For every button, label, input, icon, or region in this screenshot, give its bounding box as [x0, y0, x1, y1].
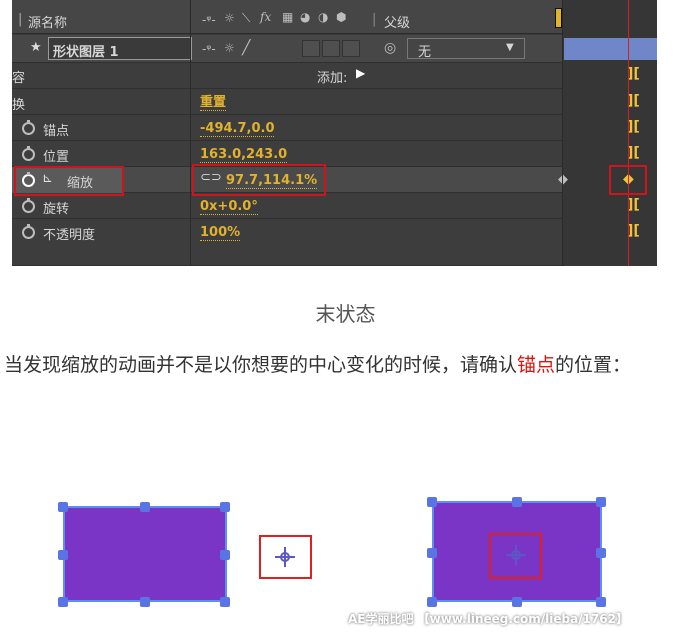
reset-link[interactable]: 重置 [200, 95, 227, 111]
watermark: AE学丽比吧 【www.lineeg.com/lieba/1762】 [348, 612, 628, 626]
timeline-header: | 源名称 -ᵠ- ☼ ⟍ fx ▦ ◕ ◑ ⬢ | 父级 ◆ [12, 0, 657, 34]
timeline-panel: | 源名称 -ᵠ- ☼ ⟍ fx ▦ ◕ ◑ ⬢ | 父级 ◆ ★ 形状图层 1… [12, 0, 657, 266]
layer-row[interactable]: ★ 形状图层 1 -ᵠ- ☼ ╱ ◎ 无 ▼ [12, 35, 562, 63]
position-value[interactable]: 163.0,243.0 [200, 147, 288, 163]
quality-switch-icon[interactable]: ╱ [242, 40, 250, 56]
contents-row[interactable]: 容 添加: ▶ [12, 63, 562, 89]
motion-blur-icon[interactable]: ◕ [300, 10, 310, 24]
bounding-handle[interactable] [58, 502, 68, 512]
state-caption: 末状态 [315, 302, 376, 326]
bounding-handle[interactable] [596, 497, 606, 507]
bounding-handle[interactable] [220, 550, 230, 560]
bounding-handle[interactable] [140, 597, 150, 607]
collapse-switch-icon[interactable]: ☼ [224, 41, 235, 55]
star-icon: ★ [30, 40, 42, 55]
fx-icon[interactable]: fx [260, 10, 271, 24]
anchor-point-value[interactable]: -494.7,0.0 [200, 121, 275, 137]
work-area-start-handle[interactable] [555, 8, 562, 28]
shape-rect-left [63, 506, 227, 602]
bounding-handle[interactable] [596, 597, 606, 607]
cube-icon[interactable]: ⬢ [336, 10, 346, 24]
switch-box-3[interactable] [342, 40, 360, 57]
scale-value-highlight [192, 164, 326, 196]
bounding-handle[interactable] [427, 548, 437, 558]
timeline-track-area[interactable] [562, 0, 657, 266]
stopwatch-icon[interactable] [22, 198, 35, 213]
shy-switch-icon[interactable]: -ᵠ- [202, 42, 216, 56]
opacity-value[interactable]: 100% [200, 225, 241, 241]
keyframe-highlight [609, 165, 647, 195]
rotation-value[interactable]: 0x+0.0° [200, 199, 258, 215]
bounding-handle[interactable] [220, 502, 230, 512]
crosshair-anchor-icon[interactable] [506, 545, 526, 565]
switch-box-2[interactable] [322, 40, 340, 57]
scale-label-highlight [14, 166, 124, 196]
keyframe-start-icon[interactable]: ◆ [558, 172, 568, 187]
stopwatch-icon[interactable] [22, 146, 35, 161]
bounding-handle[interactable] [58, 550, 68, 560]
playhead-line[interactable] [628, 0, 629, 266]
bounding-handle[interactable] [58, 597, 68, 607]
bounding-handle[interactable] [140, 502, 150, 512]
slash-icon[interactable]: ⟍ [242, 11, 250, 26]
source-name-header[interactable]: 源名称 [28, 12, 67, 31]
pick-whip-icon[interactable]: ◎ [384, 40, 396, 56]
bounding-handle[interactable] [512, 597, 522, 607]
sun-icon[interactable]: ☼ [224, 11, 235, 25]
layer-duration-bar[interactable] [564, 38, 657, 60]
bounding-handle[interactable] [512, 497, 522, 507]
opacity-row[interactable]: 不透明度 100% [12, 219, 562, 266]
parent-header[interactable]: 父级 [384, 12, 410, 31]
add-label: 添加: [317, 71, 348, 86]
stopwatch-icon[interactable] [22, 120, 35, 135]
crosshair-anchor-icon[interactable] [275, 547, 295, 567]
bounding-handle[interactable] [220, 597, 230, 607]
adjust-icon[interactable]: ◑ [318, 10, 328, 24]
parent-dropdown[interactable]: 无 ▼ [407, 38, 525, 60]
bounding-handle[interactable] [427, 597, 437, 607]
anchor-highlight-text: 锚点 [517, 354, 556, 376]
switch-box-1[interactable] [302, 40, 320, 57]
layer-name-field[interactable]: 形状图层 1 [48, 37, 192, 60]
body-paragraph: 当发现缩放的动画并不是以你想要的中心变化的时候，请确认锚点的位置： [4, 354, 632, 376]
bounding-handle[interactable] [596, 548, 606, 558]
bounding-handle[interactable] [427, 497, 437, 507]
transform-row[interactable]: 换 重置 [12, 89, 562, 115]
shy-icon[interactable]: -ᵠ- [202, 13, 216, 27]
add-play-icon[interactable]: ▶ [356, 66, 365, 80]
film-icon[interactable]: ▦ [282, 10, 293, 24]
rotation-row[interactable]: 旋转 0x+0.0° [12, 193, 562, 219]
stopwatch-icon[interactable] [22, 224, 35, 239]
chevron-down-icon: ▼ [506, 42, 514, 53]
anchor-point-row[interactable]: 锚点 -494.7,0.0 [12, 115, 562, 141]
